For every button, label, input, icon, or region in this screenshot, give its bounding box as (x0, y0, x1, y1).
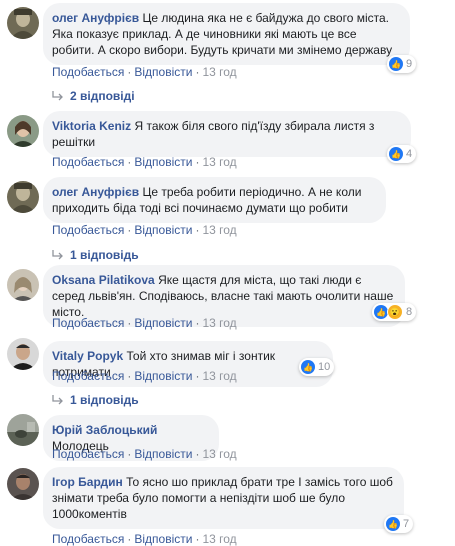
separator: · (195, 447, 200, 461)
comment-author[interactable]: Oksana Pilatikova (52, 273, 155, 287)
comment-author[interactable]: олег Ануфрієв (52, 185, 139, 199)
separator: · (195, 65, 200, 79)
reactions-count[interactable]: 👍 9 (387, 55, 417, 73)
timestamp[interactable]: 13 год (202, 223, 236, 237)
separator: · (195, 155, 200, 169)
comment-actions: Подобається · Відповісти · 13 год (52, 447, 237, 461)
replies-label: 1 відповідь (70, 248, 139, 262)
comment-author[interactable]: Ігор Бардин (52, 475, 123, 489)
separator: · (127, 65, 132, 79)
reply-link[interactable]: Відповісти (134, 369, 192, 383)
reactions-count[interactable]: 👍 7 (384, 515, 414, 533)
comment-author[interactable]: олег Ануфрієв (52, 11, 139, 25)
replies-label: 1 відповідь (70, 393, 139, 407)
like-link[interactable]: Подобається (52, 369, 124, 383)
reply-link[interactable]: Відповісти (134, 65, 192, 79)
reactions-count[interactable]: 👍 😮 8 (372, 303, 417, 321)
separator: · (127, 532, 132, 546)
like-link[interactable]: Подобається (52, 155, 124, 169)
avatar[interactable] (7, 115, 39, 147)
wow-icon: 😮 (387, 304, 403, 320)
separator: · (195, 532, 200, 546)
comment-bubble: олег Ануфрієв Це треба робити періодично… (43, 177, 386, 223)
separator: · (195, 223, 200, 237)
reaction-count: 9 (406, 58, 413, 70)
like-icon: 👍 (389, 147, 403, 161)
timestamp[interactable]: 13 год (202, 65, 236, 79)
avatar[interactable] (7, 338, 39, 370)
comment-actions: Подобається · Відповісти · 13 год (52, 65, 237, 79)
comment-author[interactable]: Юрій Заблоцький (52, 423, 157, 437)
like-link[interactable]: Подобається (52, 223, 124, 237)
view-replies-link[interactable]: 1 відповідь (52, 393, 139, 407)
like-icon: 👍 (301, 360, 315, 374)
avatar[interactable] (7, 468, 39, 500)
separator: · (127, 223, 132, 237)
comment-author[interactable]: Vitaly Popyk (52, 349, 123, 363)
comment-bubble: Viktoria Keniz Я також біля свого під'їз… (43, 111, 411, 157)
separator: · (127, 316, 132, 330)
timestamp[interactable]: 13 год (202, 155, 236, 169)
comment-actions: Подобається · Відповісти · 13 год (52, 223, 237, 237)
comment-bubble: Ігор Бардин То ясно шо приклад брати тре… (43, 467, 404, 529)
like-link[interactable]: Подобається (52, 316, 124, 330)
comment-actions: Подобається · Відповісти · 13 год (52, 369, 237, 383)
reaction-count: 4 (406, 148, 413, 160)
avatar[interactable] (7, 181, 39, 213)
separator: · (195, 369, 200, 383)
like-icon: 👍 (386, 517, 400, 531)
comment-actions: Подобається · Відповісти · 13 год (52, 532, 237, 546)
timestamp[interactable]: 13 год (202, 447, 236, 461)
avatar[interactable] (7, 414, 39, 446)
avatar[interactable] (7, 7, 39, 39)
reply-link[interactable]: Відповісти (134, 223, 192, 237)
reaction-count: 10 (318, 361, 331, 373)
avatar[interactable] (7, 269, 39, 301)
separator: · (127, 447, 132, 461)
reply-link[interactable]: Відповісти (134, 447, 192, 461)
like-icon: 👍 (389, 57, 403, 71)
timestamp[interactable]: 13 год (202, 369, 236, 383)
reply-link[interactable]: Відповісти (134, 532, 192, 546)
view-replies-link[interactable]: 2 відповіді (52, 89, 135, 103)
comment-actions: Подобається · Відповісти · 13 год (52, 316, 237, 330)
reactions-count[interactable]: 👍 10 (299, 358, 335, 376)
timestamp[interactable]: 13 год (202, 532, 236, 546)
reply-arrow-icon (52, 91, 63, 101)
comment-actions: Подобається · Відповісти · 13 год (52, 155, 237, 169)
timestamp[interactable]: 13 год (202, 316, 236, 330)
reply-arrow-icon (52, 250, 63, 260)
reply-link[interactable]: Відповісти (134, 155, 192, 169)
comment-bubble: олег Ануфрієв Це людина яка не є байдужа… (43, 3, 410, 65)
separator: · (195, 316, 200, 330)
reply-link[interactable]: Відповісти (134, 316, 192, 330)
view-replies-link[interactable]: 1 відповідь (52, 248, 139, 262)
reaction-count: 7 (403, 518, 410, 530)
separator: · (127, 369, 132, 383)
reaction-count: 8 (406, 306, 413, 318)
like-icon: 👍 (374, 305, 388, 319)
reactions-count[interactable]: 👍 4 (387, 145, 417, 163)
like-link[interactable]: Подобається (52, 532, 124, 546)
like-link[interactable]: Подобається (52, 447, 124, 461)
replies-label: 2 відповіді (70, 89, 135, 103)
comment-author[interactable]: Viktoria Keniz (52, 119, 131, 133)
reply-arrow-icon (52, 395, 63, 405)
separator: · (127, 155, 132, 169)
like-link[interactable]: Подобається (52, 65, 124, 79)
